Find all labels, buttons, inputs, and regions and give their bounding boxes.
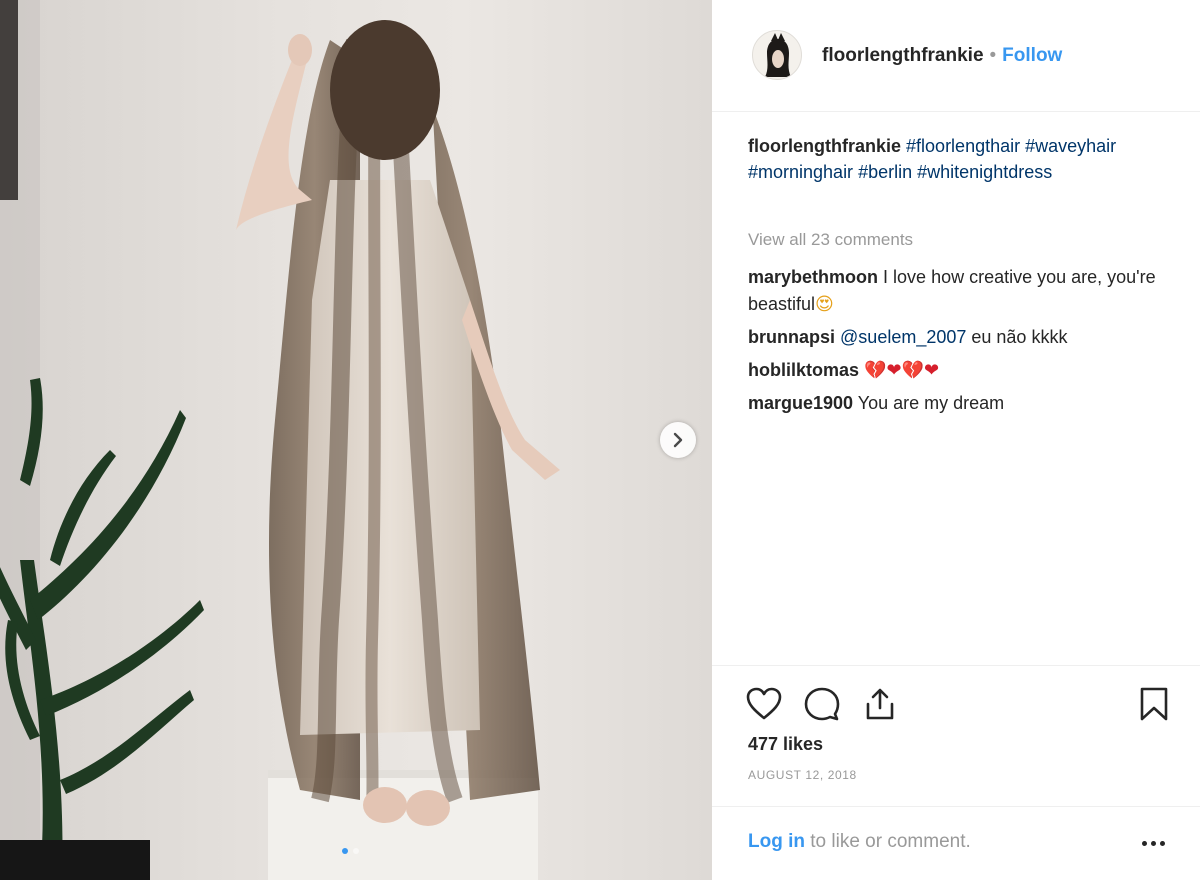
view-all-comments-link[interactable]: View all 23 comments bbox=[748, 230, 913, 250]
chevron-right-icon bbox=[673, 432, 683, 448]
comment-username[interactable]: margue1900 bbox=[748, 393, 853, 413]
comment-text: eu não kkkk bbox=[966, 327, 1068, 347]
comment-username[interactable]: brunnapsi bbox=[748, 327, 835, 347]
login-suffix: to like or comment. bbox=[804, 831, 971, 852]
post-date: AUGUST 12, 2018 bbox=[748, 768, 857, 782]
login-prompt: Log in to like or comment. bbox=[748, 831, 971, 853]
more-options-button[interactable] bbox=[1137, 829, 1169, 857]
comment-footer: Log in to like or comment. bbox=[712, 806, 1200, 880]
likes-count[interactable]: 477 likes bbox=[748, 734, 823, 755]
comment-emoji: 💔❤💔❤ bbox=[864, 360, 940, 381]
post-caption: floorlengthfrankie #floorlengthair #wave… bbox=[748, 133, 1168, 185]
hashtag-link[interactable]: #waveyhair bbox=[1025, 136, 1116, 156]
comment-item: brunnapsi @suelem_2007 eu não kkkk bbox=[748, 324, 1168, 351]
share-icon bbox=[866, 688, 894, 720]
bookmark-icon bbox=[1140, 687, 1168, 721]
save-button[interactable] bbox=[1134, 684, 1174, 724]
comment-item: margue1900 You are my dream bbox=[748, 390, 1168, 417]
comment-username[interactable]: marybethmoon bbox=[748, 267, 878, 287]
share-button[interactable] bbox=[860, 684, 900, 724]
comment-text: You are my dream bbox=[857, 393, 1005, 413]
username-link[interactable]: floorlengthfrankie bbox=[822, 45, 984, 66]
heart-icon bbox=[746, 687, 782, 720]
comment-emoji: 😍 bbox=[815, 294, 834, 315]
carousel-indicator bbox=[342, 848, 359, 854]
avatar-image bbox=[765, 33, 791, 77]
post-photo[interactable] bbox=[0, 0, 712, 880]
carousel-dot bbox=[353, 848, 359, 854]
comment-button[interactable] bbox=[802, 684, 842, 724]
header-separator: • bbox=[989, 45, 997, 66]
header-line: floorlengthfrankie • Follow bbox=[822, 45, 1062, 67]
comments-list: marybethmoon I love how creative you are… bbox=[748, 264, 1168, 423]
comment-username[interactable]: hoblilktomas bbox=[748, 360, 859, 380]
like-button[interactable] bbox=[744, 684, 784, 724]
hashtag-link[interactable]: #berlin bbox=[858, 162, 912, 182]
more-options-icon bbox=[1159, 840, 1165, 846]
hashtag-link[interactable]: #morninghair bbox=[748, 162, 853, 182]
caption-username[interactable]: floorlengthfrankie bbox=[748, 136, 901, 156]
hashtag-link[interactable]: #floorlengthair bbox=[906, 136, 1020, 156]
comment-bubble-icon bbox=[804, 687, 840, 721]
follow-button[interactable]: Follow bbox=[1002, 45, 1062, 66]
action-bar bbox=[712, 665, 1200, 735]
comment-item: hoblilktomas 💔❤💔❤ bbox=[748, 357, 1168, 384]
photo-scene bbox=[0, 0, 560, 880]
post-header: floorlengthfrankie • Follow bbox=[712, 0, 1200, 112]
avatar[interactable] bbox=[752, 30, 802, 80]
more-options-icon bbox=[1150, 840, 1156, 846]
mention-link[interactable]: @suelem_2007 bbox=[840, 327, 966, 347]
hashtag-link[interactable]: #whitenightdress bbox=[917, 162, 1052, 182]
comment-item: marybethmoon I love how creative you are… bbox=[748, 264, 1168, 318]
more-options-icon bbox=[1141, 840, 1147, 846]
post-info-panel: floorlengthfrankie • Follow floorlengthfra… bbox=[712, 0, 1200, 880]
next-image-button[interactable] bbox=[660, 422, 696, 458]
carousel-dot-active bbox=[342, 848, 348, 854]
login-link[interactable]: Log in bbox=[748, 831, 805, 852]
